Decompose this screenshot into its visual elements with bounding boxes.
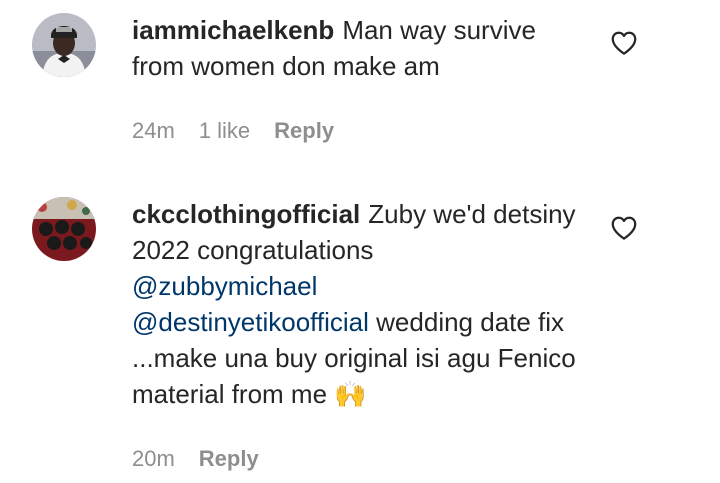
reply-button[interactable]: Reply [199,446,259,472]
avatar[interactable] [32,13,96,77]
mention-link[interactable]: @zubbymichael [132,271,317,301]
fabric-photo-icon [32,197,96,261]
comment-item: ckcclothingofficial Zuby we'd detsiny 202… [0,183,720,483]
comment-username[interactable]: iammichaelkenb [132,15,334,45]
comment-timestamp: 20m [132,446,175,471]
comment-text: ckcclothingofficial Zuby we'd detsiny 202… [132,196,582,412]
comment-text: iammichaelkenb Man way survive from women… [132,12,582,84]
avatar[interactable] [32,197,96,261]
profile-photo-icon [32,13,96,77]
comment-meta: 24m 1 like Reply [132,118,358,144]
comment-item: iammichaelkenb Man way survive from women… [0,0,720,175]
comment-timestamp: 24m [132,118,175,143]
mention-link[interactable]: @destinyetikoofficial [132,307,369,337]
reply-button[interactable]: Reply [274,118,334,144]
like-count[interactable]: 1 like [199,118,250,144]
comment-username[interactable]: ckcclothingofficial [132,199,360,229]
raised-hands-emoji: 🙌 [334,379,367,409]
heart-outline-icon[interactable] [609,213,639,243]
comment-meta: 20m Reply [132,446,283,472]
heart-outline-icon[interactable] [609,28,639,58]
